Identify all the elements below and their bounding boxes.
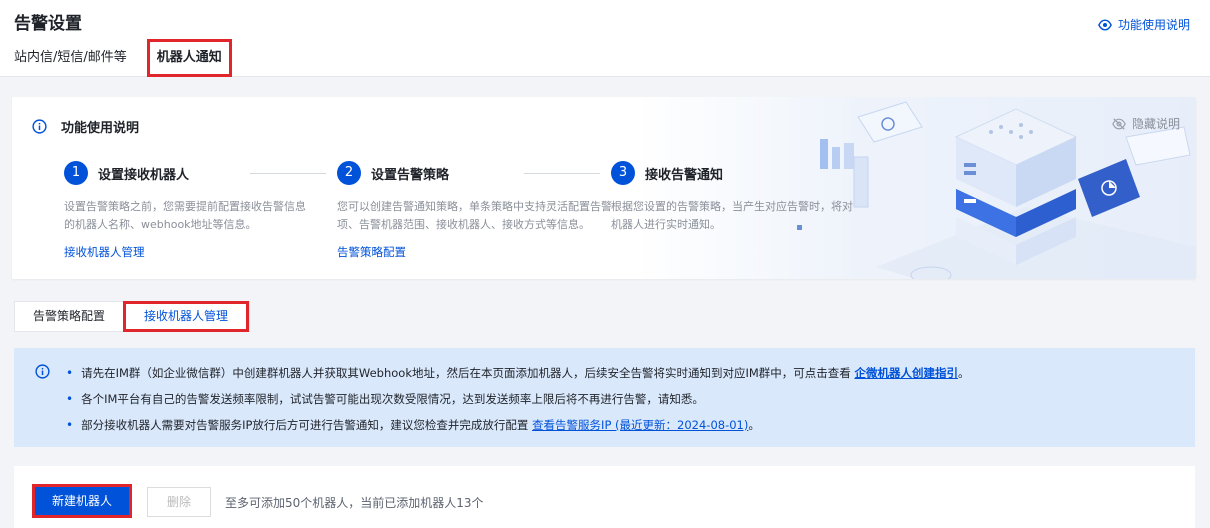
- step-title: 设置接收机器人: [98, 167, 190, 183]
- step-number: 3: [611, 161, 635, 185]
- step-3: 3 接收告警通知 根据您设置的告警策略，当产生对应告警时，将对机器人进行实时通知…: [611, 161, 871, 234]
- step-1: 1 设置接收机器人 设置告警策略之前，您需要提前配置接收告警信息的机器人名称、w…: [64, 161, 324, 260]
- info-icon: [35, 364, 50, 379]
- intro-title: 功能使用说明: [32, 117, 139, 136]
- header-tabs: 站内信/短信/邮件等 机器人通知: [14, 39, 232, 77]
- robot-list-panel: 新建机器人 删除 至多可添加50个机器人，当前已添加机器人13个: [14, 466, 1195, 528]
- help-link[interactable]: 功能使用说明: [1098, 16, 1190, 33]
- robot-management-link[interactable]: 接收机器人管理: [64, 244, 324, 260]
- tab-inbox-sms-email[interactable]: 站内信/短信/邮件等: [14, 40, 127, 76]
- step-description: 设置告警策略之前，您需要提前配置接收告警信息的机器人名称、webhook地址等信…: [64, 200, 306, 231]
- eye-icon: [1098, 18, 1112, 31]
- eye-off-icon: [1112, 117, 1126, 130]
- tab-robot-management[interactable]: 接收机器人管理: [123, 301, 250, 332]
- tab-alarm-policy[interactable]: 告警策略配置: [15, 302, 123, 331]
- step-connector: [524, 173, 600, 174]
- intro-card: 功能使用说明 隐藏说明 1 设置接收机器人 设置告警策略之前，您需要提前配置接收…: [12, 97, 1196, 279]
- notice-item: 请先在IM群（如企业微信群）中创建群机器人并获取其Webhook地址，然后在本页…: [66, 360, 969, 386]
- notice-box: 请先在IM群（如企业微信群）中创建群机器人并获取其Webhook地址，然后在本页…: [14, 348, 1195, 447]
- page-title: 告警设置: [14, 14, 82, 34]
- sub-tabs: 告警策略配置 接收机器人管理: [14, 301, 251, 332]
- alarm-policy-link[interactable]: 告警策略配置: [337, 244, 597, 260]
- step-description: 您可以创建告警通知策略，单条策略中支持灵活配置告警项、告警机器范围、接收机器人、…: [337, 200, 612, 231]
- alarm-service-ip-link[interactable]: 查看告警服务IP (最近更新：2024-08-01): [532, 418, 748, 432]
- info-icon: [32, 119, 47, 134]
- step-connector: [250, 173, 326, 174]
- notice-item: 部分接收机器人需要对告警服务IP放行后方可进行告警通知，建议您检查并完成放行配置…: [66, 412, 969, 438]
- wecom-robot-guide-link[interactable]: 企微机器人创建指引: [854, 366, 958, 380]
- robot-count-hint: 至多可添加50个机器人，当前已添加机器人13个: [225, 496, 484, 510]
- intro-title-label: 功能使用说明: [61, 121, 140, 136]
- step-2: 2 设置告警策略 您可以创建告警通知策略，单条策略中支持灵活配置告警项、告警机器…: [337, 161, 612, 260]
- step-title: 接收告警通知: [645, 167, 724, 183]
- new-robot-button[interactable]: 新建机器人: [32, 484, 132, 518]
- notice-item: 各个IM平台有自己的告警发送频率限制，试试告警可能出现次数受限情况，达到发送频率…: [66, 386, 969, 412]
- hide-intro-link[interactable]: 隐藏说明: [1112, 115, 1180, 132]
- step-number: 1: [64, 161, 88, 185]
- step-number: 2: [337, 161, 361, 185]
- notice-list: 请先在IM群（如企业微信群）中创建群机器人并获取其Webhook地址，然后在本页…: [66, 360, 969, 438]
- step-title: 设置告警策略: [371, 167, 450, 183]
- step-description: 根据您设置的告警策略，当产生对应告警时，将对机器人进行实时通知。: [611, 200, 853, 231]
- tab-robot-notification[interactable]: 机器人通知: [146, 39, 232, 77]
- hide-intro-label: 隐藏说明: [1131, 117, 1180, 131]
- delete-button[interactable]: 删除: [147, 487, 211, 517]
- help-link-label: 功能使用说明: [1117, 18, 1190, 32]
- page-header: 告警设置 功能使用说明 站内信/短信/邮件等 机器人通知: [0, 0, 1210, 77]
